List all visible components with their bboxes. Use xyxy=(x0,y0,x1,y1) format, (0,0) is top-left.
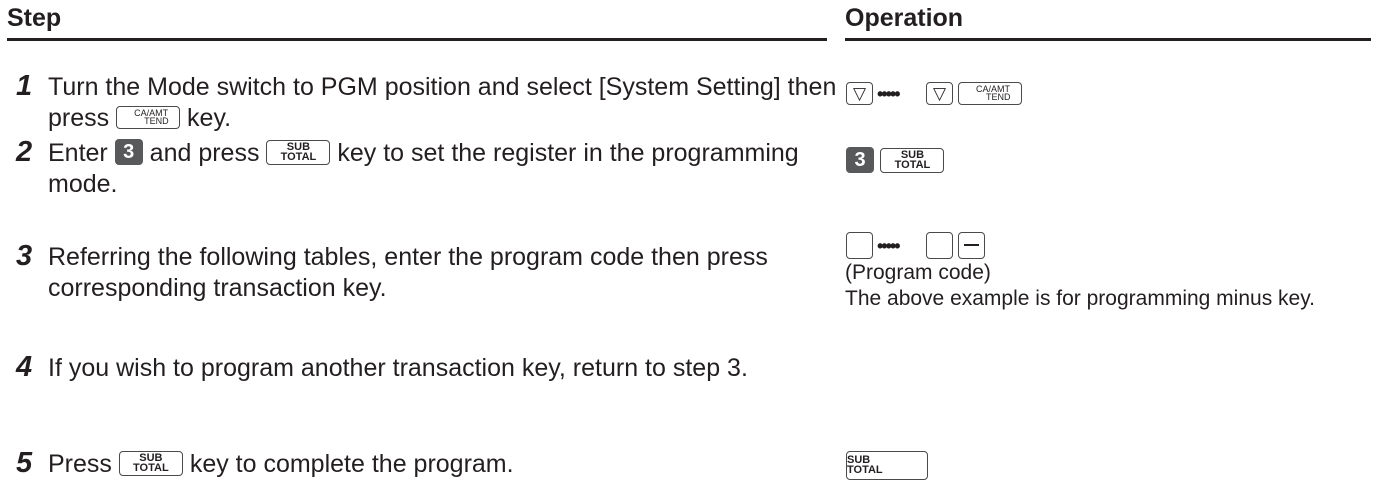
blank-numeric-key xyxy=(846,232,873,259)
operation-column-header: Operation xyxy=(845,4,964,32)
operation-step-2: 3 SUB TOTAL xyxy=(846,147,945,173)
step-1-number: 1 xyxy=(16,70,33,102)
step-1-text-b: key. xyxy=(187,104,232,132)
ca-amt-tend-key: CA/AMT TEND xyxy=(116,105,181,129)
subtotal-key: SUB TOTAL xyxy=(846,451,928,480)
step-5-text-b: key to complete the program. xyxy=(189,450,514,478)
step-5-number: 5 xyxy=(16,447,33,479)
step-2-text-b: and press xyxy=(149,139,260,167)
step-5-text: Press SUB TOTAL key to complete the prog… xyxy=(48,449,838,480)
program-code-label: (Program code) xyxy=(845,261,991,284)
step-header-rule xyxy=(7,38,827,41)
down-triangle-icon: ▽ xyxy=(853,84,867,103)
example-note: The above example is for programming min… xyxy=(845,287,1315,310)
step-3-number: 3 xyxy=(16,240,33,272)
step-4-number: 4 xyxy=(16,351,33,383)
ca-amt-tend-key: CA/AMT TEND xyxy=(958,82,1022,105)
subtotal-key: SUB TOTAL xyxy=(266,139,331,165)
minus-icon xyxy=(964,244,979,246)
step-2-text: Enter 3 and press SUB TOTAL key to set t… xyxy=(48,138,838,200)
step-2-text-a: Enter xyxy=(48,139,108,167)
step-3-text: Referring the following tables, enter th… xyxy=(48,243,768,302)
step-column-header: Step xyxy=(7,4,62,32)
operation-header-rule xyxy=(845,38,1371,41)
numeric-key-3: 3 xyxy=(846,147,874,173)
down-triangle-icon: ▽ xyxy=(933,84,947,103)
repeat-dots: ••••• xyxy=(877,84,900,104)
step-1-text: Turn the Mode switch to PGM position and… xyxy=(48,72,838,134)
step-2-number: 2 xyxy=(16,136,33,168)
subtotal-key-bottom-label: TOTAL xyxy=(133,461,169,474)
subtotal-key: SUB TOTAL xyxy=(880,147,945,173)
step-5-text-a: Press xyxy=(48,450,112,478)
ca-key-bottom-label: TEND xyxy=(986,92,1011,102)
ca-key-bottom-label: TEND xyxy=(144,115,169,126)
subtotal-key-bottom-label: TOTAL xyxy=(894,158,931,171)
minus-key xyxy=(958,232,985,259)
blank-numeric-key xyxy=(926,232,953,259)
subtotal-key-bottom-label: TOTAL xyxy=(847,464,883,476)
numeric-key-3: 3 xyxy=(114,139,143,166)
down-arrow-key: ▽ xyxy=(926,82,953,105)
repeat-dots: ••••• xyxy=(877,236,900,256)
down-arrow-key: ▽ xyxy=(846,82,873,105)
step-4-text: If you wish to program another transacti… xyxy=(48,354,748,382)
subtotal-key-bottom-label: TOTAL xyxy=(280,150,317,163)
subtotal-key: SUB TOTAL xyxy=(118,450,183,476)
